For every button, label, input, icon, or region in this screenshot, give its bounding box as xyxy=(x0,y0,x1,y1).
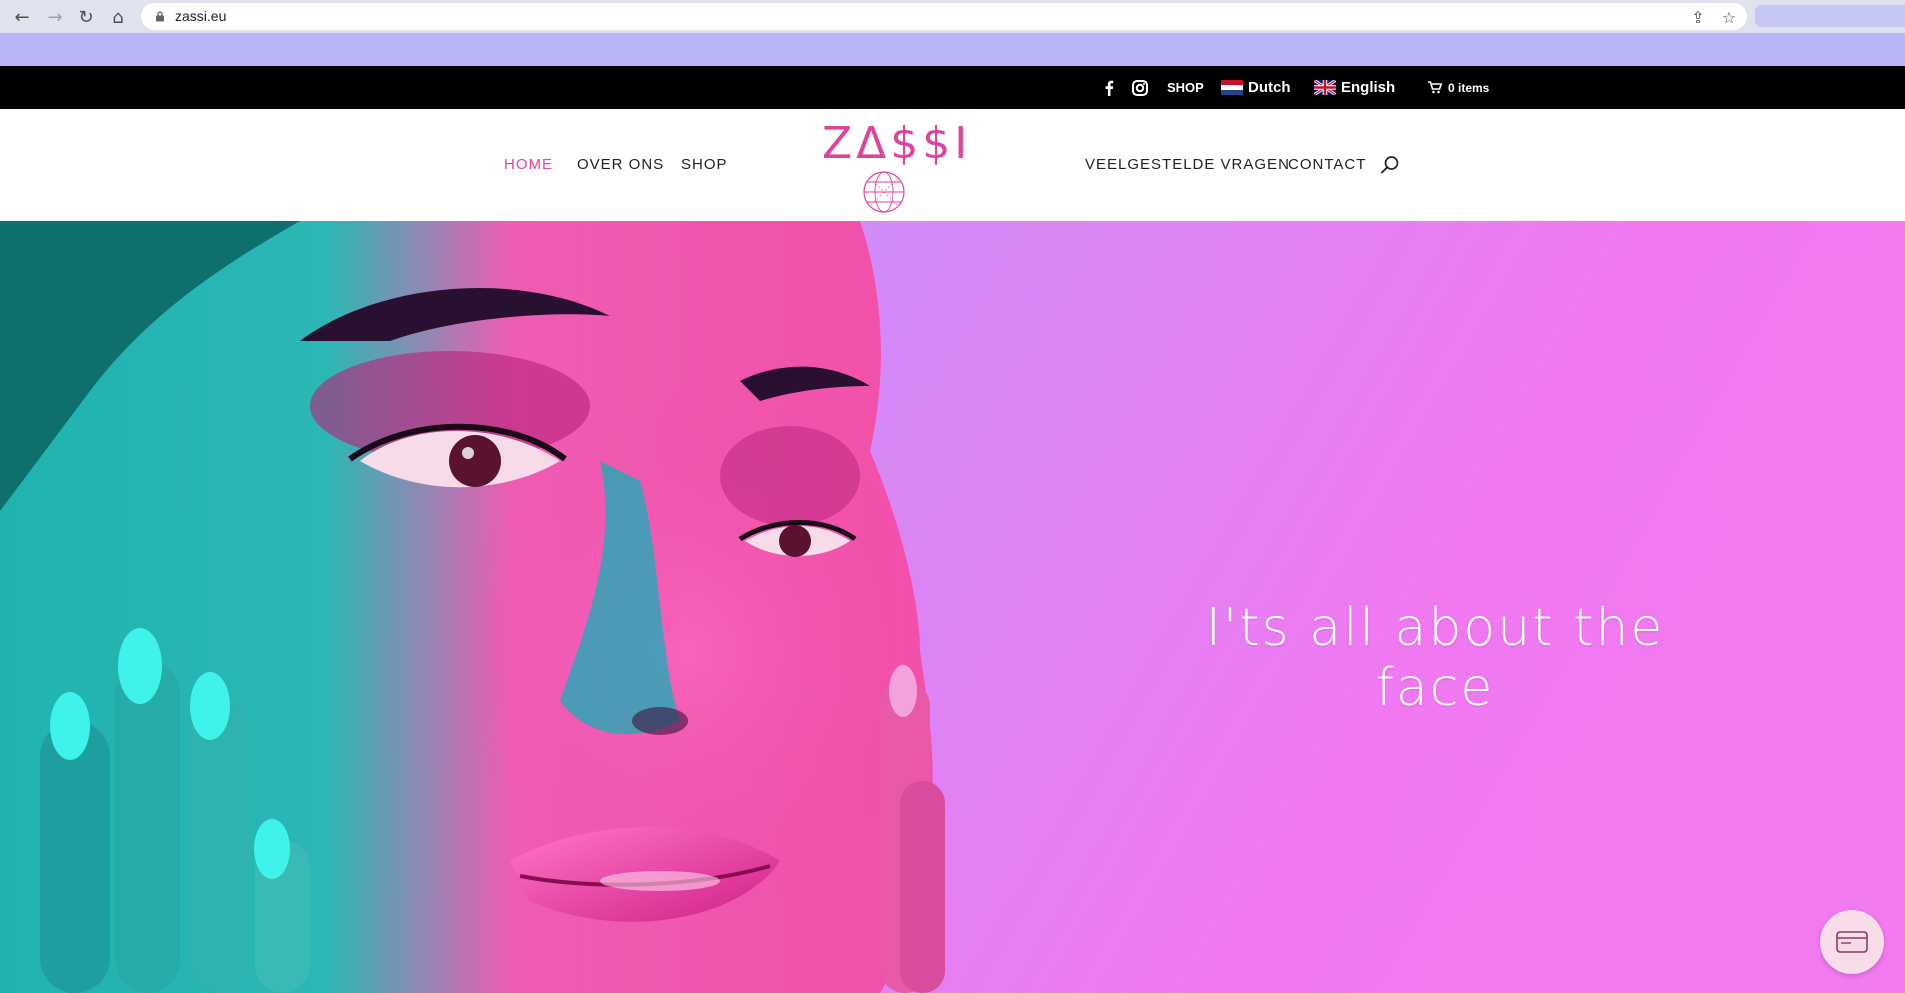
browser-profile-area[interactable] xyxy=(1755,5,1905,27)
menu-home[interactable]: HOME xyxy=(504,156,553,173)
reload-icon[interactable]: ↻ xyxy=(74,5,98,29)
cart-icon xyxy=(1428,81,1442,94)
menu-veelgestelde-vragen[interactable]: VEELGESTELDE VRAGEN xyxy=(1085,156,1290,173)
lilac-band xyxy=(0,33,1905,66)
language-label: Dutch xyxy=(1248,79,1291,96)
menu-contact[interactable]: CONTACT xyxy=(1288,156,1366,173)
back-icon[interactable]: ← xyxy=(10,5,34,29)
star-icon[interactable]: ☆ xyxy=(1719,7,1739,27)
top-shop-link[interactable]: SHOP xyxy=(1167,66,1204,109)
menu-over-ons[interactable]: OVER ONS xyxy=(577,156,664,173)
facebook-icon[interactable] xyxy=(1104,66,1114,109)
search-icon[interactable] xyxy=(1379,154,1401,176)
uk-flag-icon xyxy=(1314,80,1336,95)
netherlands-flag-icon xyxy=(1221,80,1243,95)
logo-text: ZΔ$$I xyxy=(822,118,972,169)
home-icon[interactable]: ⌂ xyxy=(106,5,130,29)
cookie-settings-button[interactable] xyxy=(1820,910,1884,974)
language-dutch[interactable]: Dutch xyxy=(1221,66,1291,109)
language-english[interactable]: English xyxy=(1314,66,1395,109)
forward-icon[interactable]: → xyxy=(43,5,67,29)
hero-section: I'ts all about the face xyxy=(0,221,1905,993)
address-bar[interactable]: zassi.eu ⇪ ☆ xyxy=(141,3,1747,30)
browser-toolbar: ← → ↻ ⌂ zassi.eu ⇪ ☆ xyxy=(0,0,1905,34)
cart-label: 0 items xyxy=(1448,80,1490,95)
hero-headline: I'ts all about the face xyxy=(1205,598,1665,718)
top-bar: SHOP Dutch English 0 items xyxy=(0,66,1905,109)
share-icon[interactable]: ⇪ xyxy=(1688,7,1708,27)
site-logo[interactable]: ZΔ$$I xyxy=(822,118,972,213)
menu-shop[interactable]: SHOP xyxy=(681,156,728,173)
lock-icon xyxy=(156,11,164,22)
cart-link[interactable]: 0 items xyxy=(1428,66,1489,109)
globe-icon xyxy=(863,171,905,213)
instagram-icon[interactable] xyxy=(1132,66,1148,109)
site-header: HOME OVER ONS SHOP ZΔ$$I VEELGESTELDE VR… xyxy=(0,109,1905,222)
language-label: English xyxy=(1341,79,1396,96)
cookie-card-icon xyxy=(1836,931,1868,953)
url-text[interactable]: zassi.eu xyxy=(175,8,226,24)
